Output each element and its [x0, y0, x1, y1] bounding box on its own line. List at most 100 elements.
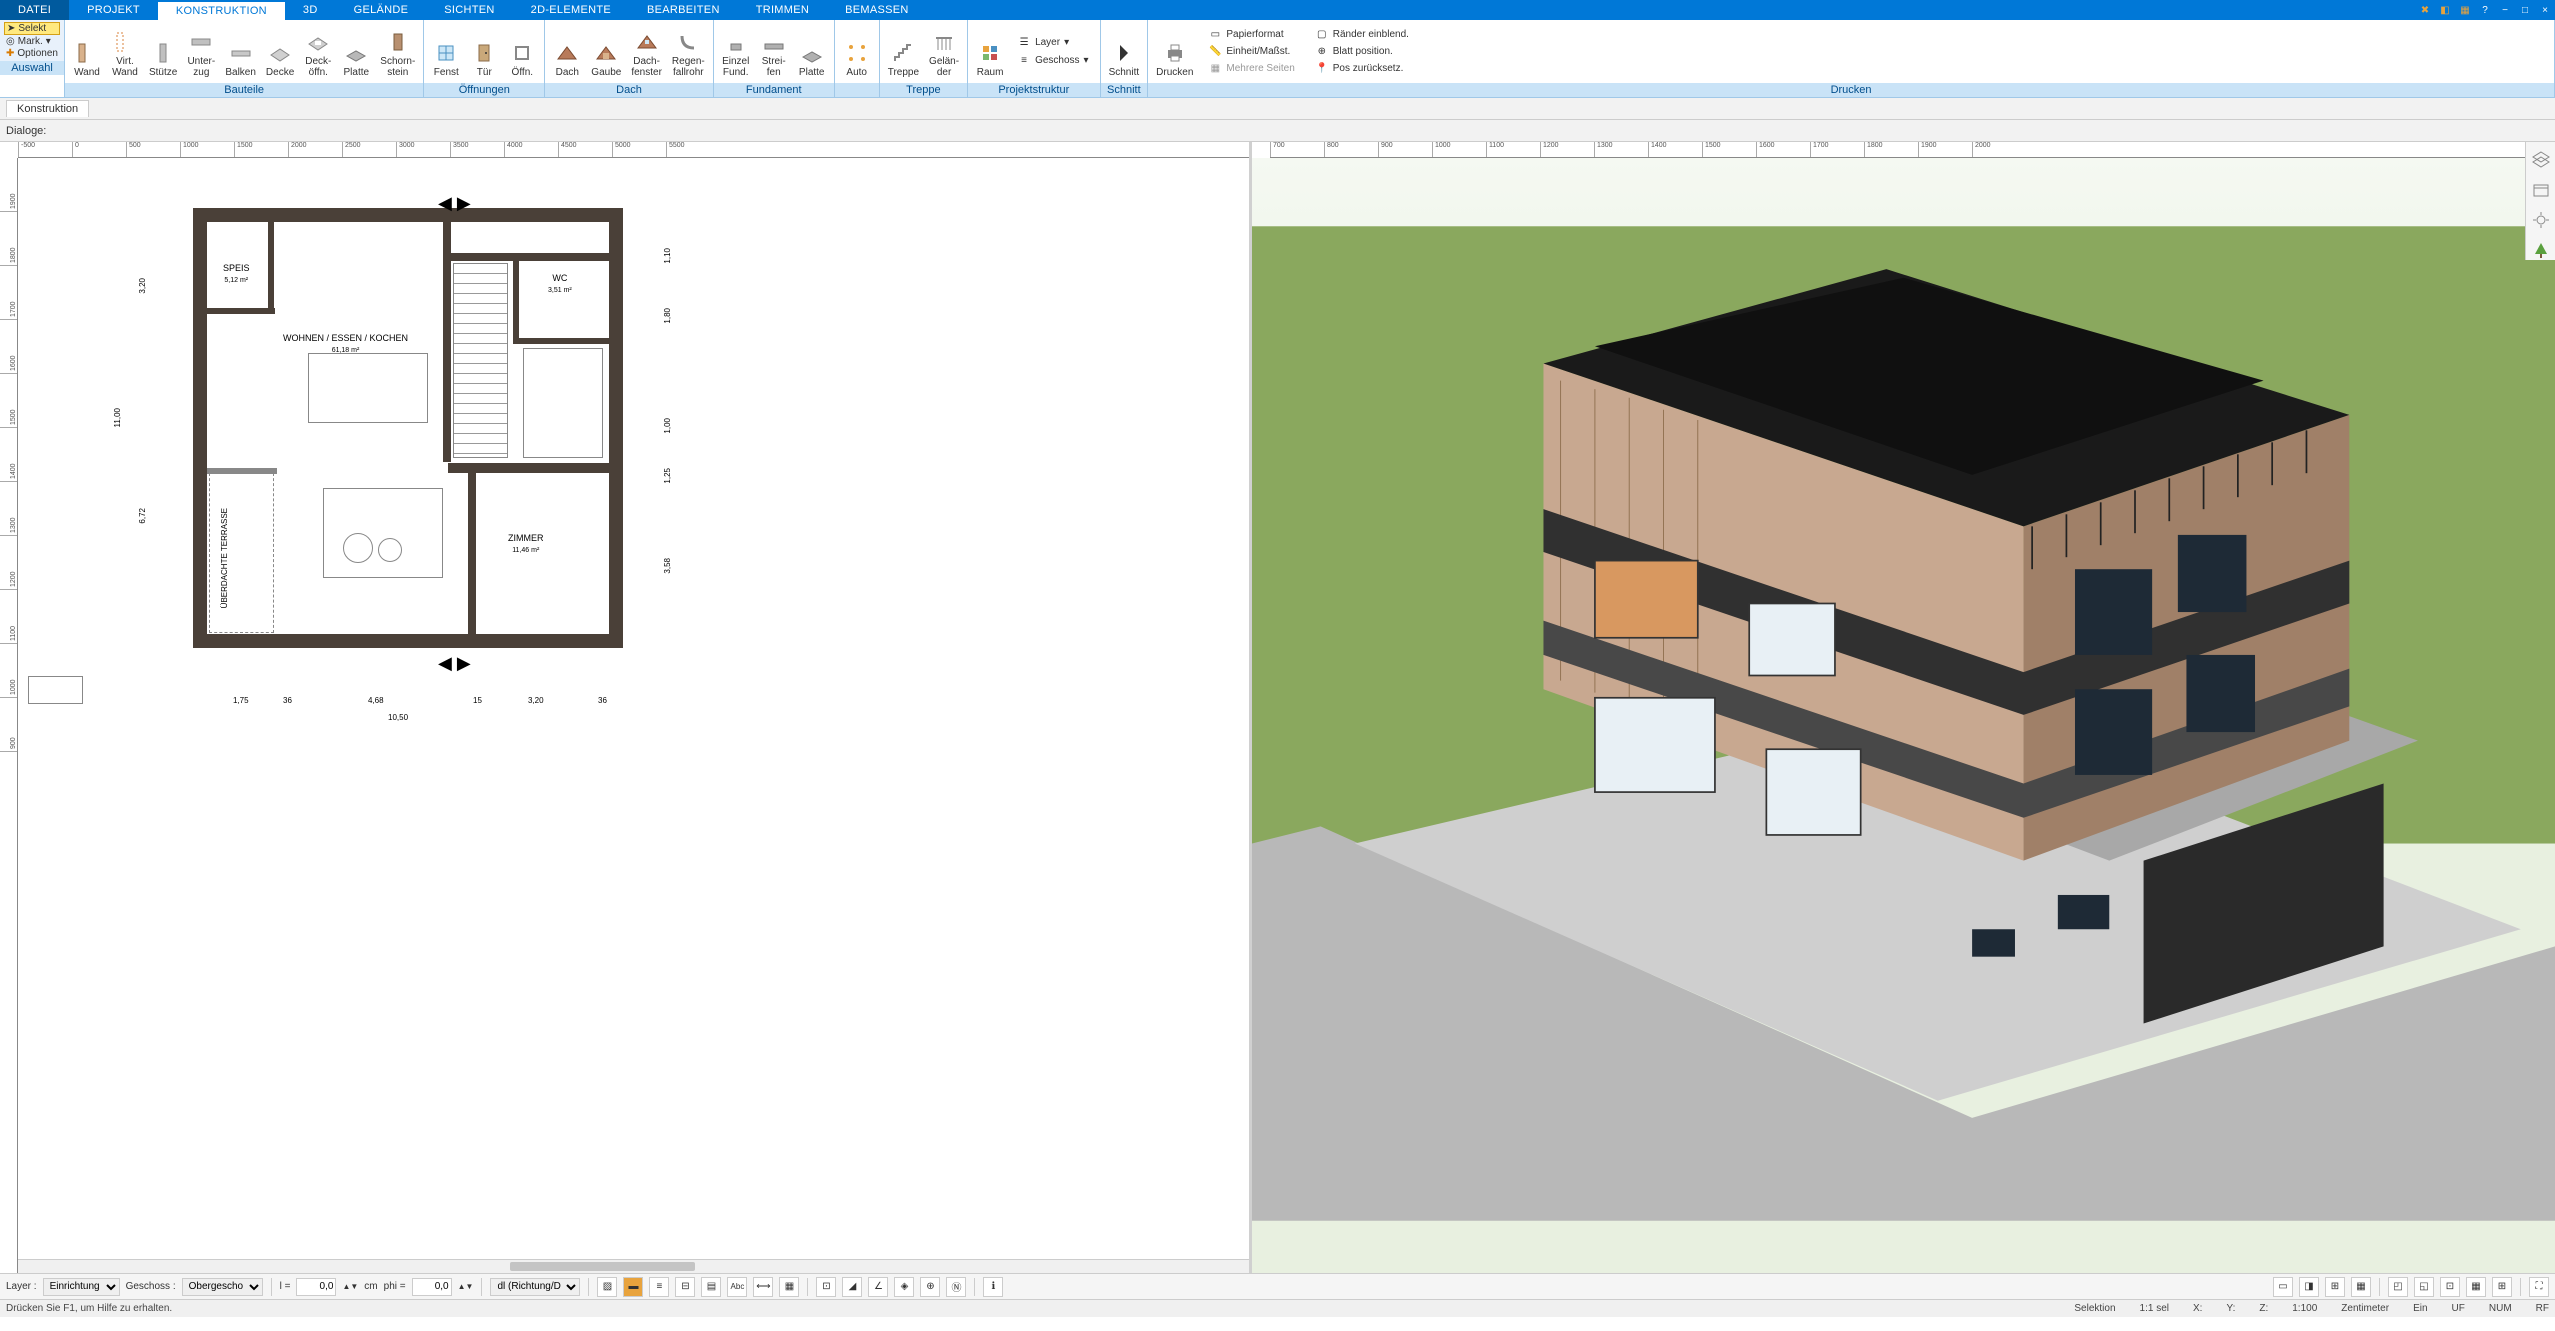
schnitt-button[interactable]: Schnitt: [1105, 24, 1144, 80]
expand-btn[interactable]: ⛶: [2529, 1277, 2549, 1297]
3d-pane[interactable]: 7008009001000110012001300140015001600170…: [1252, 142, 2555, 1273]
blatt-button[interactable]: ⊕Blatt position.: [1312, 44, 1412, 60]
hatch-btn-2[interactable]: ▬: [623, 1277, 643, 1297]
maximize-button[interactable]: □: [2515, 0, 2535, 20]
menu-projekt[interactable]: PROJEKT: [69, 0, 158, 20]
selekt-button[interactable]: ➤Selekt: [4, 22, 60, 35]
menu-bemassen[interactable]: BEMASSEN: [827, 0, 927, 20]
dachfenster-button[interactable]: Dach- fenster: [627, 24, 666, 80]
minimize-button[interactable]: −: [2495, 0, 2515, 20]
zoom-btn-2[interactable]: ◱: [2414, 1277, 2434, 1297]
treppe-button[interactable]: Treppe: [884, 24, 923, 80]
zoom-btn-1[interactable]: ◰: [2388, 1277, 2408, 1297]
oeffnung-button[interactable]: Öffn.: [504, 24, 540, 80]
ribbon-footer-oeffnungen: Öffnungen: [424, 83, 544, 97]
view-btn-3[interactable]: ⊞: [2325, 1277, 2345, 1297]
papierformat-button[interactable]: ▭Papierformat: [1205, 27, 1297, 43]
snap-btn-n[interactable]: Ⓝ: [946, 1277, 966, 1297]
fenster-button[interactable]: Fenst: [428, 24, 464, 80]
virt-wand-button[interactable]: Virt. Wand: [107, 24, 143, 80]
layer-label: Layer :: [6, 1281, 37, 1292]
layer-dropdown[interactable]: ☰Layer▾: [1014, 35, 1092, 51]
direction-select[interactable]: dl (Richtung/Di: [490, 1278, 580, 1296]
snap-btn-1[interactable]: ⊡: [816, 1277, 836, 1297]
layers-icon[interactable]: [2531, 150, 2551, 170]
geschoss-select[interactable]: Obergescho: [182, 1278, 263, 1296]
grid-btn[interactable]: ▦: [779, 1277, 799, 1297]
3d-viewport[interactable]: [1252, 158, 2555, 1273]
einzelfund-button[interactable]: Einzel Fund.: [718, 24, 754, 80]
gelaender-button[interactable]: Gelän- der: [925, 24, 963, 80]
view-btn-4[interactable]: ▦: [2351, 1277, 2371, 1297]
layer-select[interactable]: Einrichtung: [43, 1278, 120, 1296]
unterzug-button[interactable]: Unter- zug: [183, 24, 219, 80]
phi-input[interactable]: [412, 1278, 452, 1296]
regenrohr-button[interactable]: Regen- fallrohr: [668, 24, 709, 80]
menu-gelaende[interactable]: GELÄNDE: [336, 0, 427, 20]
balken-button[interactable]: Balken: [221, 24, 260, 80]
wand-button[interactable]: Wand: [69, 24, 105, 80]
help-icon[interactable]: ?: [2475, 0, 2495, 20]
snap-btn-4[interactable]: ◈: [894, 1277, 914, 1297]
fundplatte-button[interactable]: Platte: [794, 24, 830, 80]
hatch-btn-1[interactable]: ▨: [597, 1277, 617, 1297]
raender-button[interactable]: ▢Ränder einblend.: [1312, 27, 1412, 43]
floorplan-pane[interactable]: -500050010001500200025003000350040004500…: [0, 142, 1252, 1273]
menu-sichten[interactable]: SICHTEN: [426, 0, 512, 20]
snap-btn-5[interactable]: ⊕: [920, 1277, 940, 1297]
stuetze-button[interactable]: Stütze: [145, 24, 181, 80]
geschoss-dropdown[interactable]: ≡Geschoss▾: [1014, 53, 1092, 69]
dim-btn[interactable]: ⟷: [753, 1277, 773, 1297]
chevron-down-icon: ▾: [1084, 55, 1089, 66]
tool-icon-3[interactable]: ▦: [2455, 0, 2475, 20]
schornstein-button[interactable]: Schorn- stein: [376, 24, 419, 80]
view-btn-1[interactable]: ▭: [2273, 1277, 2293, 1297]
zoom-btn-4[interactable]: ▦: [2466, 1277, 2486, 1297]
floorplan-canvas[interactable]: 11,00 3,20 6,72 10,50 1,75 36 4,68 15 3,…: [18, 158, 1249, 1273]
raum-button[interactable]: Raum: [972, 24, 1008, 80]
menu-trimmen[interactable]: TRIMMEN: [738, 0, 827, 20]
auto-button[interactable]: Auto: [839, 24, 875, 80]
platte-button[interactable]: Platte: [338, 24, 374, 80]
scrollbar-horizontal[interactable]: [18, 1259, 1249, 1273]
drucken-button[interactable]: Drucken: [1152, 24, 1197, 80]
deckoeffn-button[interactable]: Deck- öffn.: [300, 24, 336, 80]
furniture-icon[interactable]: [2531, 180, 2551, 200]
view-btn-2[interactable]: ◨: [2299, 1277, 2319, 1297]
mark-button[interactable]: ◎Mark.▾: [4, 36, 60, 47]
zoom-btn-5[interactable]: ⊞: [2492, 1277, 2512, 1297]
tuer-button[interactable]: Tür: [466, 24, 502, 80]
ribbon: ➤Selekt ◎Mark.▾ ✚Optionen Auswahl Wand V…: [0, 20, 2555, 98]
optionen-button[interactable]: ✚Optionen: [4, 48, 60, 59]
hatch-btn-4[interactable]: ⊟: [675, 1277, 695, 1297]
tree-icon[interactable]: [2531, 240, 2551, 260]
orbit-icon[interactable]: [2531, 210, 2551, 230]
hatch-btn-5[interactable]: ▤: [701, 1277, 721, 1297]
tool-icon[interactable]: ✖: [2415, 0, 2435, 20]
menu-datei[interactable]: DATEI: [0, 0, 69, 20]
streifen-button[interactable]: Strei- fen: [756, 24, 792, 80]
abc-btn[interactable]: Abc: [727, 1277, 747, 1297]
info-btn[interactable]: ℹ: [983, 1277, 1003, 1297]
menu-konstruktion[interactable]: KONSTRUKTION: [158, 0, 285, 20]
menu-2delemente[interactable]: 2D-ELEMENTE: [513, 0, 629, 20]
einheit-button[interactable]: 📏Einheit/Maßst.: [1205, 44, 1297, 60]
status-rf: RF: [2536, 1303, 2549, 1314]
zoom-btn-3[interactable]: ⊡: [2440, 1277, 2460, 1297]
menu-bearbeiten[interactable]: BEARBEITEN: [629, 0, 738, 20]
dach-button[interactable]: Dach: [549, 24, 585, 80]
mehrere-seiten-button[interactable]: ▦Mehrere Seiten: [1205, 61, 1297, 77]
status-sel-scale: 1:1 sel: [2140, 1303, 2169, 1314]
snap-btn-3[interactable]: ∠: [868, 1277, 888, 1297]
gaube-button[interactable]: Gaube: [587, 24, 625, 80]
pos-reset-button[interactable]: 📍Pos zurücksetz.: [1312, 61, 1412, 77]
tab-konstruktion[interactable]: Konstruktion: [6, 100, 89, 117]
l-input[interactable]: [296, 1278, 336, 1296]
tool-icon-2[interactable]: ◧: [2435, 0, 2455, 20]
hatch-btn-3[interactable]: ≡: [649, 1277, 669, 1297]
snap-btn-2[interactable]: ◢: [842, 1277, 862, 1297]
menu-3d[interactable]: 3D: [285, 0, 336, 20]
dim-r-d: 3,58: [663, 558, 672, 574]
close-button[interactable]: ×: [2535, 0, 2555, 20]
decke-button[interactable]: Decke: [262, 24, 298, 80]
